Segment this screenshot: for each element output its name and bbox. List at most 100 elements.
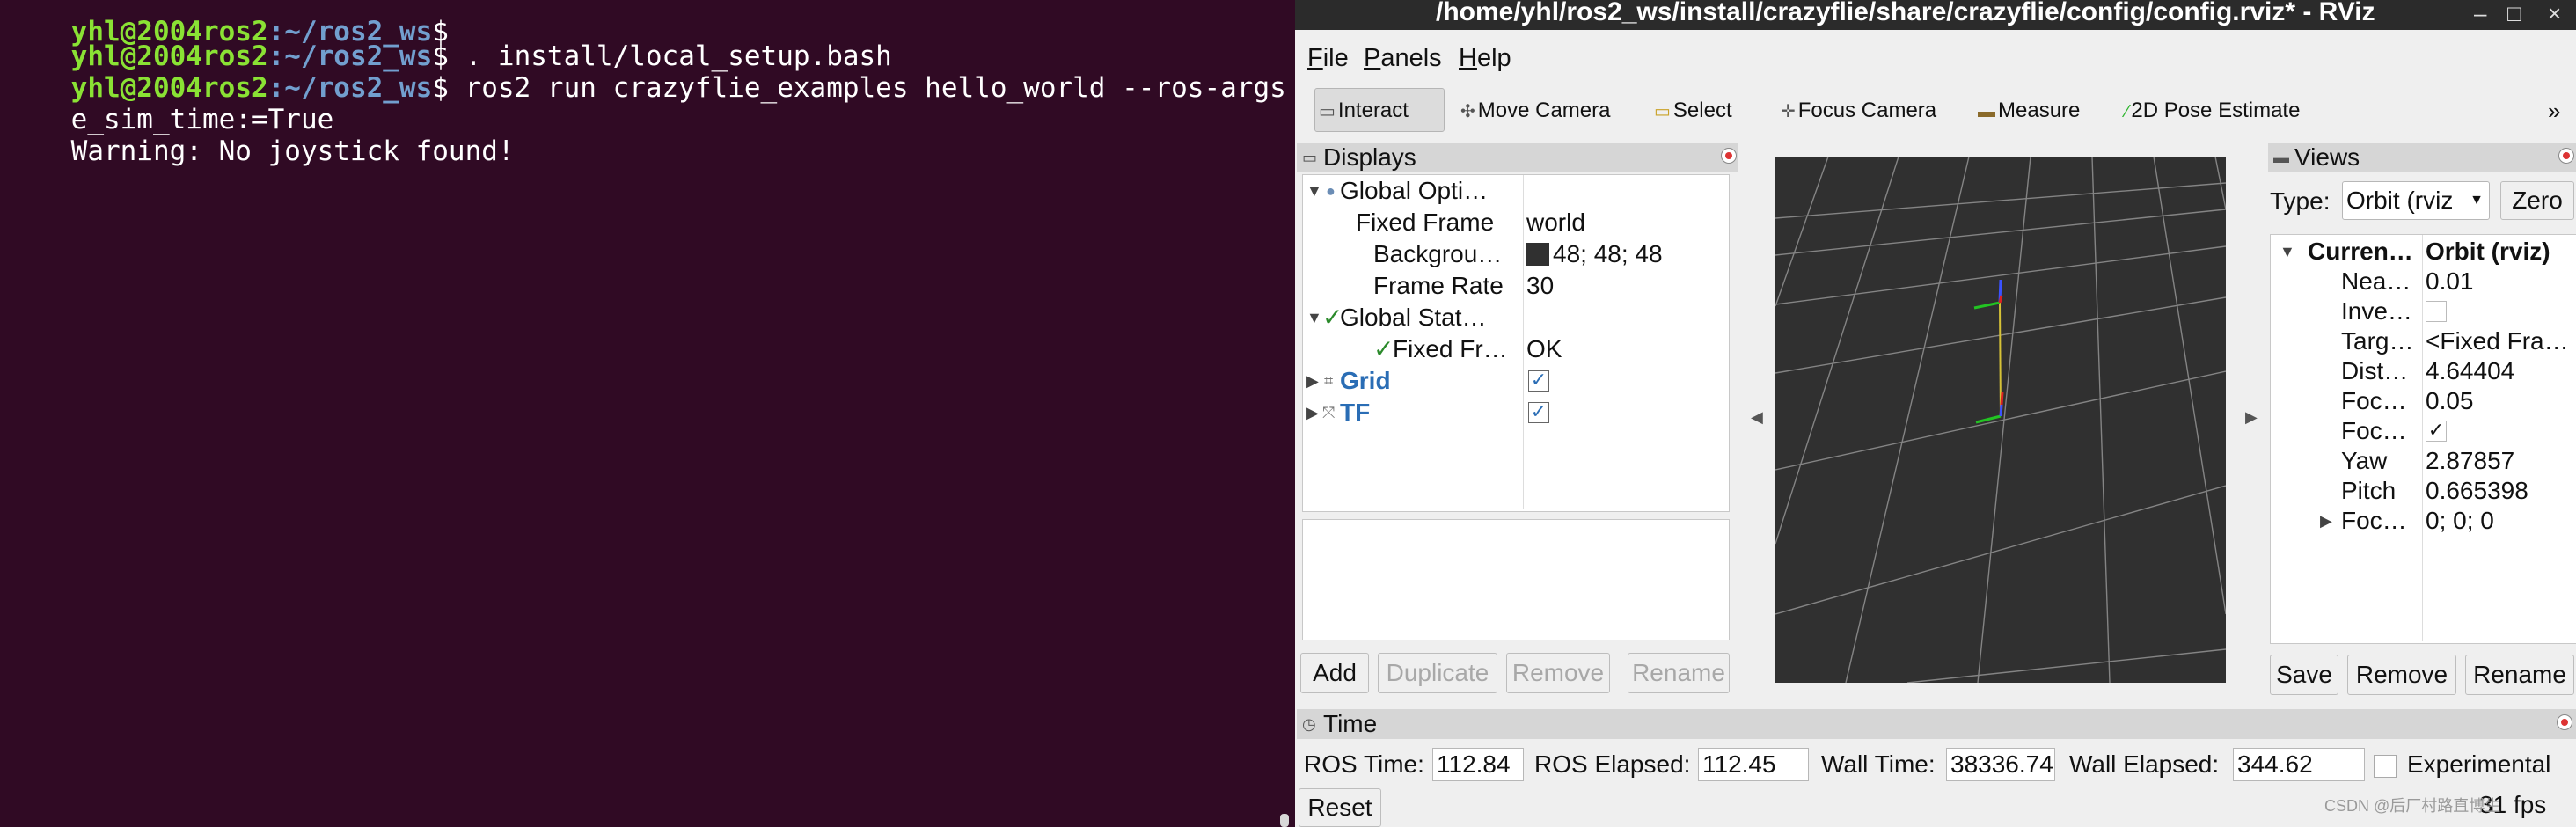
invert-z-checkbox[interactable]: [2426, 296, 2447, 326]
left-dock-toggle-icon[interactable]: ◀: [1751, 408, 1763, 427]
view-row-focal-size[interactable]: Foc… 0.05: [2271, 386, 2576, 416]
view-row-label: Foc…: [2341, 417, 2407, 444]
views-tree[interactable]: ▼ Curren… Orbit (rviz) Nea… 0.01 Inve… T…: [2270, 234, 2576, 644]
zero-view-button[interactable]: Zero: [2500, 181, 2574, 220]
measure-tool-button[interactable]: ▬ Measure: [1978, 93, 2080, 128]
tree-row-label: TF: [1340, 399, 1371, 426]
reset-time-button[interactable]: Reset: [1299, 788, 1381, 827]
view-row-label: Dist…: [2341, 357, 2409, 384]
tree-row-fixed-frame[interactable]: Fixed Frame world: [1303, 207, 1729, 238]
terminal-command: $ ros2 run crazyflie_examples hello_worl…: [432, 72, 1295, 104]
select-label: Select: [1672, 99, 1732, 122]
tree-row-frame-rate[interactable]: Frame Rate 30: [1303, 270, 1729, 302]
expand-arrow-icon[interactable]: ▼: [2280, 237, 2295, 267]
tool-bar: ▭ Interact ✣ Move Camera ▭ Select ✛ Focus Ca…: [1295, 84, 2576, 137]
view-row-focal-point[interactable]: ▶ Foc… 0; 0; 0: [2271, 506, 2576, 536]
menu-panels-label: anels: [1380, 44, 1442, 72]
grid-icon: ⌗: [1324, 372, 1334, 390]
view-row-near-clip[interactable]: Nea… 0.01: [2271, 267, 2576, 296]
grid-enabled-checkbox[interactable]: ✓: [1528, 365, 1549, 397]
view-row-value[interactable]: 4.64404: [2426, 356, 2514, 386]
views-dock-header[interactable]: ▬ Views: [2268, 143, 2576, 172]
displays-tree[interactable]: ▼ ● Global Opti… Fixed Frame world Backg…: [1302, 174, 1730, 512]
view-row-pitch[interactable]: Pitch 0.665398: [2271, 476, 2576, 506]
view-row-value[interactable]: 0.05: [2426, 386, 2474, 416]
tree-row-background[interactable]: Backgrou… 48; 48; 48: [1303, 238, 1729, 270]
remove-view-button[interactable]: Remove: [2347, 655, 2456, 695]
view-row-invert[interactable]: Inve…: [2271, 296, 2576, 326]
add-display-button[interactable]: Add: [1300, 653, 1369, 693]
menu-help-mnemonic: H: [1459, 44, 1477, 72]
tree-row-label: Backgrou…: [1373, 240, 1503, 267]
wall-time-field[interactable]: 38336.74: [1946, 748, 2055, 781]
minimize-icon[interactable]: –: [2474, 0, 2486, 26]
view-row-value[interactable]: 0; 0; 0: [2426, 506, 2494, 536]
view-row-value[interactable]: 0.01: [2426, 267, 2474, 296]
tree-row-global-status[interactable]: ▼ ✓ Global Stat…: [1303, 302, 1729, 333]
select-tool-button[interactable]: ▭ Select: [1654, 93, 1732, 128]
tf-enabled-checkbox[interactable]: ✓: [1528, 397, 1549, 428]
wall-time-label: Wall Time:: [1821, 750, 1936, 778]
expand-arrow-icon[interactable]: ▼: [1306, 175, 1322, 207]
displays-dock-header[interactable]: ▭ Displays: [1297, 143, 1738, 172]
tree-row-value[interactable]: world: [1526, 207, 1585, 238]
time-title: Time: [1323, 710, 1378, 737]
time-dock-header[interactable]: ◷ Time: [1297, 709, 2576, 739]
tree-row-value[interactable]: 48; 48; 48: [1526, 238, 1663, 270]
terminal-scrollbar[interactable]: [1280, 814, 1289, 827]
maximize-icon[interactable]: □: [2507, 0, 2521, 26]
render-viewport[interactable]: [1775, 156, 2227, 684]
menu-help[interactable]: Help: [1459, 44, 1511, 73]
right-dock-toggle-icon[interactable]: ▶: [2245, 408, 2258, 427]
view-row-distance[interactable]: Dist… 4.64404: [2271, 356, 2576, 386]
tree-row-label: Frame Rate: [1373, 272, 1504, 299]
collapse-arrow-icon[interactable]: ▶: [1306, 365, 1319, 397]
tree-row-value[interactable]: 30: [1526, 270, 1554, 302]
focal-shape-checkbox[interactable]: ✓: [2426, 416, 2447, 446]
ros-time-field[interactable]: 112.84: [1432, 748, 1524, 781]
menu-file[interactable]: File: [1307, 44, 1349, 73]
rename-view-button[interactable]: Rename: [2465, 655, 2574, 695]
menu-panels[interactable]: Panels: [1364, 44, 1442, 73]
pose-estimate-tool-button[interactable]: ⁄ 2D Pose Estimate: [2126, 93, 2300, 128]
terminal-window[interactable]: yhl@2004ros2:~/ros2_ws$ yhl@2004ros2:~/r…: [0, 0, 1295, 827]
collapse-arrow-icon[interactable]: ▶: [2320, 506, 2332, 536]
save-view-button[interactable]: Save: [2270, 655, 2338, 695]
toolbar-overflow-button[interactable]: »: [2548, 93, 2560, 128]
tree-row-fixed-frame-status[interactable]: ✓ Fixed Fr… OK: [1303, 333, 1729, 365]
focus-camera-tool-button[interactable]: ✛ Focus Camera: [1781, 93, 1936, 128]
window-titlebar[interactable]: /home/yhl/ros2_ws/install/crazyflie/shar…: [1295, 0, 2576, 30]
remove-display-button[interactable]: Remove: [1506, 653, 1610, 693]
view-row-yaw[interactable]: Yaw 2.87857: [2271, 446, 2576, 476]
expand-arrow-icon[interactable]: ▼: [1306, 302, 1322, 333]
dock-close-icon[interactable]: [2557, 714, 2572, 730]
focus-camera-icon: ✛: [1781, 102, 1796, 121]
dock-close-icon[interactable]: [2558, 148, 2574, 164]
view-row-focal-shape[interactable]: Foc… ✓: [2271, 416, 2576, 446]
tree-row-global-options[interactable]: ▼ ● Global Opti…: [1303, 175, 1729, 207]
experimental-checkbox[interactable]: [2374, 755, 2397, 778]
grid-render: [1775, 156, 2227, 684]
view-row-value[interactable]: 2.87857: [2426, 446, 2514, 476]
view-row-value[interactable]: 0.665398: [2426, 476, 2528, 506]
menu-file-mnemonic: F: [1307, 44, 1323, 72]
tree-row-grid[interactable]: ▶ ⌗ Grid ✓: [1303, 365, 1729, 397]
collapse-arrow-icon[interactable]: ▶: [1306, 397, 1319, 428]
ros-elapsed-field[interactable]: 112.45: [1698, 748, 1809, 781]
view-row-target[interactable]: Targ… <Fixed Fra…: [2271, 326, 2576, 356]
close-icon[interactable]: ×: [2548, 0, 2561, 26]
checkbox-check-icon: ✓: [1528, 370, 1549, 392]
interact-tool-button[interactable]: ▭ Interact: [1314, 88, 1445, 132]
view-type-select[interactable]: Orbit (rviz ▼: [2342, 181, 2490, 220]
move-camera-tool-button[interactable]: ✣ Move Camera: [1460, 93, 1610, 128]
tree-row-tf[interactable]: ▶ ⤧ TF ✓: [1303, 397, 1729, 428]
wall-elapsed-field[interactable]: 344.62: [2233, 748, 2365, 781]
checkbox-check-icon: ✓: [1528, 401, 1549, 423]
rename-display-button[interactable]: Rename: [1628, 653, 1730, 693]
duplicate-display-button[interactable]: Duplicate: [1378, 653, 1497, 693]
view-row-value[interactable]: <Fixed Fra…: [2426, 326, 2569, 356]
menu-file-label: ile: [1322, 44, 1349, 72]
pose-estimate-label: 2D Pose Estimate: [2131, 99, 2301, 122]
dock-close-icon[interactable]: [1721, 148, 1737, 164]
view-row-current[interactable]: ▼ Curren… Orbit (rviz): [2271, 237, 2576, 267]
